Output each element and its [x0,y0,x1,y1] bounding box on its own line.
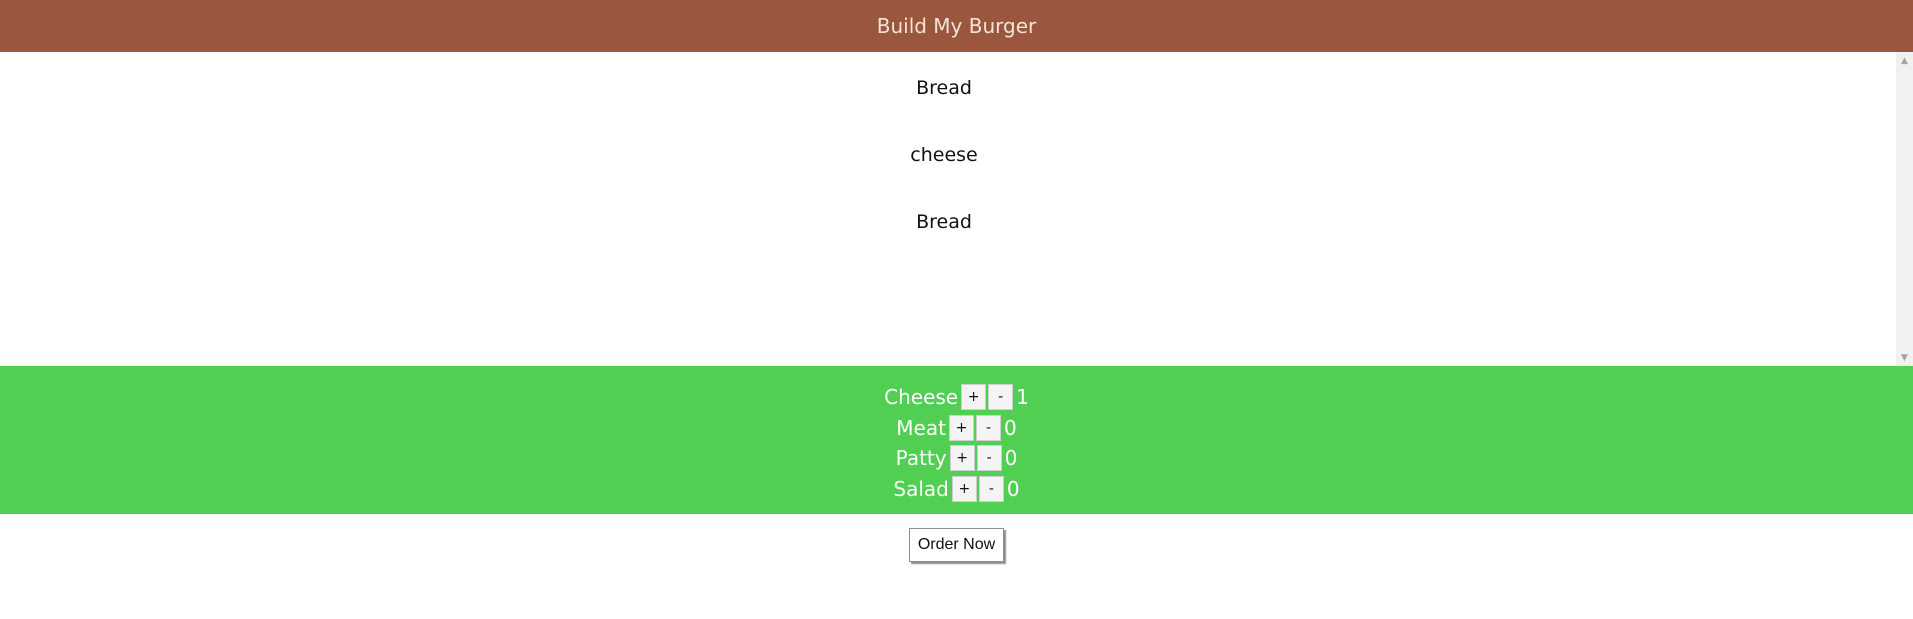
build-controls: Cheese + - 1 Meat + - 0 Patty + - 0 Sala… [0,366,1913,514]
cheese-remove-button[interactable]: - [988,384,1014,411]
patty-remove-button[interactable]: - [976,445,1002,472]
order-now-button[interactable]: Order Now [908,528,1005,562]
meat-remove-button[interactable]: - [975,414,1001,441]
vertical-scrollbar[interactable]: ▲ ▼ [1896,52,1913,366]
cheese-add-button[interactable]: + [961,384,987,411]
scroll-down-icon[interactable]: ▼ [1896,349,1913,366]
ingredient-bread-bottom: Bread [916,211,972,233]
meat-count: 0 [1003,415,1017,440]
ingredient-list: Bread cheese Bread [0,55,1888,256]
burger-preview[interactable]: Bread cheese Bread ▲ ▼ [0,52,1913,366]
meat-add-button[interactable]: + [948,414,974,441]
ingredient-bread-top: Bread [916,77,972,99]
app-header: Build My Burger [0,0,1913,52]
control-label-cheese: Cheese [884,385,959,410]
app-title: Build My Burger [876,14,1037,38]
salad-count: 0 [1006,476,1020,501]
salad-remove-button[interactable]: - [978,475,1004,502]
control-row-meat: Meat + - 0 [896,413,1017,444]
control-label-salad: Salad [893,476,949,501]
control-row-salad: Salad + - 0 [893,474,1020,505]
scroll-up-icon[interactable]: ▲ [1896,52,1913,69]
cheese-count: 1 [1016,385,1029,410]
order-section: Order Now [0,514,1913,562]
control-label-patty: Patty [895,446,947,471]
control-row-patty: Patty + - 0 [895,443,1018,474]
control-label-meat: Meat [896,415,946,440]
patty-count: 0 [1004,446,1018,471]
patty-add-button[interactable]: + [949,445,975,472]
salad-add-button[interactable]: + [951,475,977,502]
control-row-cheese: Cheese + - 1 [884,382,1029,413]
ingredient-cheese: cheese [910,144,978,166]
